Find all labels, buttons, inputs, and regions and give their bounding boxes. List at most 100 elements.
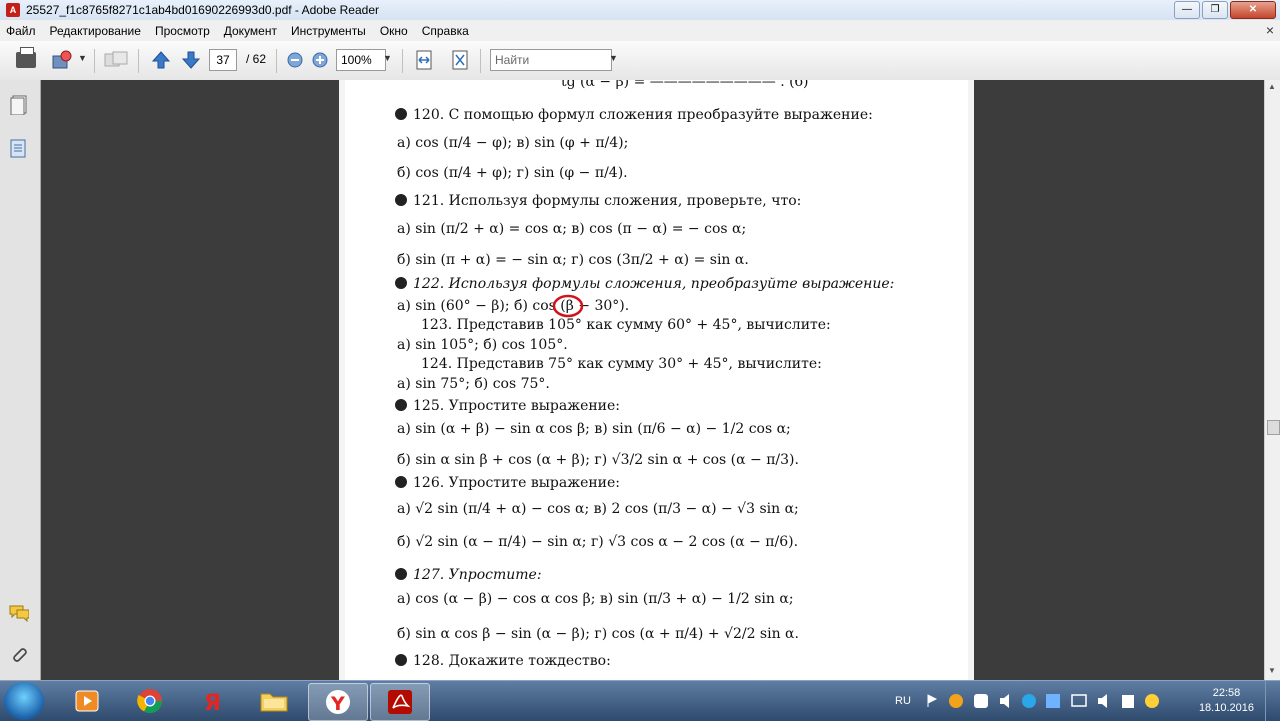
pages-panel-button[interactable] [9, 94, 29, 116]
yandex-letter-icon: Я [204, 691, 221, 715]
window-title: 25527_f1c8765f8271c1ab4bd01690226993d0.p… [26, 3, 379, 17]
menu-file[interactable]: Файл [0, 24, 43, 38]
language-indicator[interactable]: RU [895, 681, 911, 721]
menu-document[interactable]: Документ [217, 24, 284, 38]
menu-window[interactable]: Окно [373, 24, 415, 38]
text-line: а) sin (π/2 + α) = cos α; в) cos (π − α)… [397, 221, 747, 237]
clock-time: 22:58 [1212, 687, 1241, 699]
problem-121-heading: 121. Используя формулы сложения, проверь… [395, 193, 801, 209]
clock[interactable]: 22:58 18.10.2016 [1199, 686, 1254, 716]
search-dropdown-icon[interactable]: ▼ [609, 53, 618, 63]
text-line: tg (α − β) = ————————— . (б) [561, 80, 809, 90]
pdf-page: tg (α − β) = ————————— . (б) 120. С помо… [339, 80, 974, 680]
document-view[interactable]: tg (α − β) = ————————— . (б) 120. С помо… [41, 80, 1264, 680]
start-button[interactable] [4, 682, 44, 720]
text-line: б) cos (π/4 + φ); г) sin (φ − π/4). [397, 165, 628, 181]
toolbar-separator [276, 49, 277, 73]
problem-126-heading: 126. Упростите выражение: [395, 475, 620, 491]
tray-icons [927, 694, 1159, 708]
yandex-browser-icon: Y [326, 690, 350, 715]
taskbar-yandex-browser[interactable]: Y [308, 683, 368, 721]
menu-tools[interactable]: Инструменты [284, 24, 373, 38]
difficulty-bullet [395, 568, 407, 580]
collaborate-button[interactable] [104, 49, 130, 71]
problem-123-heading: 123. Представив 105° как сумму 60° + 45°… [421, 317, 831, 333]
scroll-up-icon[interactable]: ▲ [1268, 82, 1276, 91]
media-player-icon [75, 690, 99, 712]
taskbar-explorer[interactable] [245, 683, 303, 719]
zoom-in-button[interactable] [311, 49, 329, 71]
text-line: а) cos (π/4 − φ); в) sin (φ + π/4); [397, 135, 629, 151]
difficulty-bullet [395, 399, 407, 411]
difficulty-bullet [395, 108, 407, 120]
collaborate-icon [104, 51, 128, 67]
previous-page-button[interactable] [150, 49, 172, 71]
menu-view[interactable]: Просмотр [148, 24, 217, 38]
scrollbar-thumb[interactable] [1267, 420, 1280, 435]
fit-page-icon [452, 50, 468, 70]
printer-icon [16, 47, 36, 68]
svg-text:Y: Y [330, 693, 345, 715]
svg-text:Я: Я [204, 691, 221, 715]
arrow-up-icon [151, 51, 171, 69]
fit-width-icon [416, 50, 432, 70]
zoom-in-icon [312, 52, 328, 68]
text-line: а) sin 75°; б) cos 75°. [397, 376, 550, 392]
problem-122-heading: 122. Используя формулы сложения, преобра… [395, 276, 894, 292]
print-button[interactable] [14, 47, 38, 71]
menu-edit[interactable]: Редактирование [43, 24, 148, 38]
toolbar-separator [480, 49, 481, 73]
zoom-dropdown-icon[interactable]: ▼ [383, 53, 392, 63]
adobe-reader-icon [388, 690, 412, 714]
maximize-button[interactable]: ❐ [1202, 1, 1228, 19]
taskbar-yandex[interactable]: Я [183, 683, 241, 719]
text-line: б) sin α cos β − sin (α − β); г) cos (α … [397, 626, 799, 642]
title-bar: A 25527_f1c8765f8271c1ab4bd01690226993d0… [0, 0, 1280, 20]
text-line: а) √2 sin (π/4 + α) − cos α; в) 2 cos (π… [397, 501, 799, 517]
text-line: а) sin (60° − β); б) cos (β − 30°). [397, 298, 630, 314]
text-line: б) sin α sin β + cos (α + β); г) √3/2 si… [397, 452, 799, 468]
system-tray [926, 681, 1176, 721]
difficulty-bullet [395, 277, 407, 289]
taskbar: Я Y RU 22:58 18.10.2016 [0, 680, 1280, 721]
vertical-scrollbar[interactable]: ▲ ▼ [1264, 80, 1280, 680]
scroll-down-icon[interactable]: ▼ [1268, 666, 1276, 675]
zoom-out-button[interactable] [286, 49, 304, 71]
attachments-panel-button[interactable] [9, 137, 29, 159]
page-total: / 62 [246, 52, 267, 66]
share-icon [52, 50, 72, 69]
chrome-icon [137, 689, 162, 714]
page-number-input[interactable]: 37 [209, 49, 237, 71]
zoom-level-select[interactable]: 100% [336, 49, 386, 71]
fit-width-button[interactable] [414, 49, 434, 71]
difficulty-bullet [395, 194, 407, 206]
text-line: б) √2 sin (α − π/4) − sin α; г) √3 cos α… [397, 534, 799, 550]
comments-button[interactable] [9, 602, 29, 624]
problem-125-heading: 125. Упростите выражение: [395, 398, 620, 414]
difficulty-bullet [395, 476, 407, 488]
difficulty-bullet [395, 654, 407, 666]
folder-icon [260, 693, 288, 712]
taskbar-media-player[interactable] [58, 683, 116, 719]
fit-page-button[interactable] [450, 49, 470, 71]
menu-bar: Файл Редактирование Просмотр Документ Ин… [0, 20, 1280, 42]
menu-help[interactable]: Справка [415, 24, 476, 38]
taskbar-chrome[interactable] [121, 683, 179, 719]
problem-128-heading: 128. Докажите тождество: [395, 653, 611, 669]
toolbar-separator [402, 49, 403, 73]
navigation-pane [0, 80, 41, 680]
share-dropdown-icon[interactable]: ▼ [78, 53, 87, 63]
search-input[interactable]: Найти [490, 49, 612, 71]
minimize-button[interactable]: — [1174, 1, 1200, 19]
arrow-down-icon [181, 51, 201, 69]
text-line: а) sin (α + β) − sin α cos β; в) sin (π/… [397, 421, 791, 437]
close-button[interactable]: ✕ [1230, 1, 1276, 19]
show-desktop-button[interactable] [1265, 681, 1280, 721]
taskbar-adobe-reader[interactable] [370, 683, 430, 721]
next-page-button[interactable] [180, 49, 202, 71]
close-document-icon[interactable]: × [1266, 22, 1274, 38]
toolbar-separator [94, 49, 95, 73]
attachments-button[interactable] [9, 644, 29, 666]
share-button[interactable] [50, 49, 74, 71]
toolbar-separator [138, 49, 139, 73]
